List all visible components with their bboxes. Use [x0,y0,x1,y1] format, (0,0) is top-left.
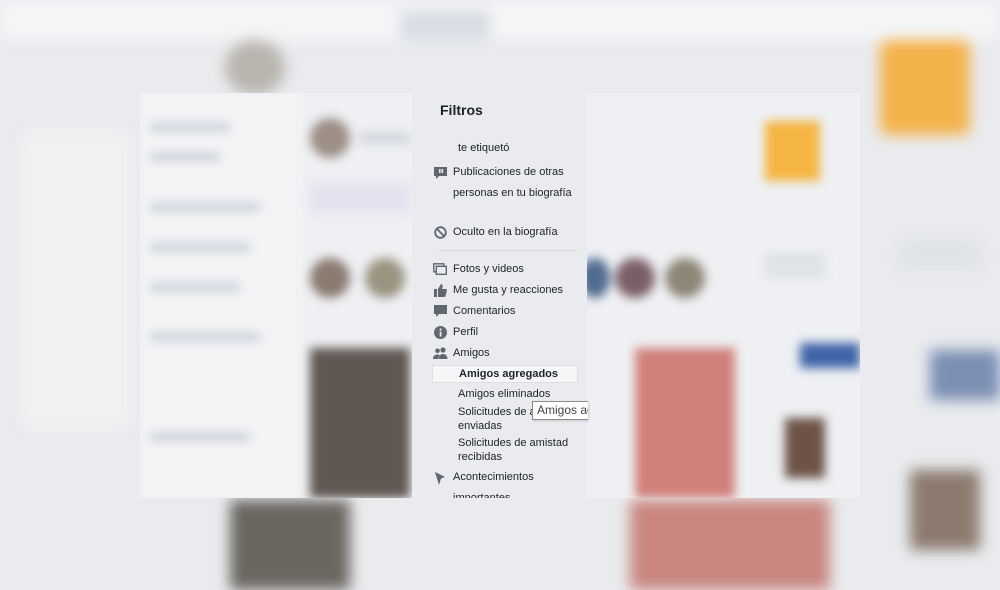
filter-item-label: Oculto en la biografía [453,226,558,238]
filter-item-label: Perfil [453,326,479,338]
filter-item-profile[interactable]: Perfil [432,325,582,339]
filter-item-friends-added[interactable]: Amigos agregados [432,365,578,383]
filter-item-friends-removed[interactable]: Amigos eliminados [458,387,582,401]
filter-item-label: Comentarios [453,305,516,317]
hidden-icon [432,225,448,239]
comment-icon [432,304,448,318]
filter-item-tagged[interactable]: te etiquetó [458,141,582,155]
filter-item-label: Solicitudes de amistad recibidas [458,437,569,463]
friends-icon [432,346,448,360]
filter-item-label: Amigos [453,347,490,359]
filter-item-others-posts[interactable]: Publicaciones de otras personas en tu bi… [432,162,582,204]
filter-item-label: Fotos y videos [453,263,524,275]
filter-item-comments[interactable]: Comentarios [432,304,582,318]
filter-item-label: te etiquetó [458,142,510,154]
flag-icon [432,471,448,485]
info-icon [432,325,448,339]
thumbs-up-icon [432,283,448,297]
filter-item-likes[interactable]: Me gusta y reacciones [432,283,582,297]
filter-item-label: Amigos agregados [459,368,559,380]
speech-bubble-icon [432,166,448,180]
filter-item-hidden[interactable]: Oculto en la biografía [432,225,582,239]
filter-item-life-events[interactable]: Acontecimientos importantes [432,467,582,498]
filter-item-friends[interactable]: Amigos [432,346,582,360]
filter-item-label: Acontecimientos importantes [453,471,534,498]
filter-item-label: Publicaciones de otras personas en tu bi… [453,166,572,199]
filter-item-photos[interactable]: Fotos y videos [432,262,582,276]
photos-icon [432,262,448,276]
filter-item-label: Amigos eliminados [458,388,551,400]
filters-panel: Filtros te etiquetó Publicaciones de otr… [412,93,587,498]
filter-item-requests-received[interactable]: Solicitudes de amistad recibidas [458,436,582,464]
filter-item-label: Me gusta y reacciones [453,284,564,296]
tooltip: Amigos agregados [532,401,588,420]
panel-title: Filtros [440,102,483,118]
divider [438,250,578,251]
